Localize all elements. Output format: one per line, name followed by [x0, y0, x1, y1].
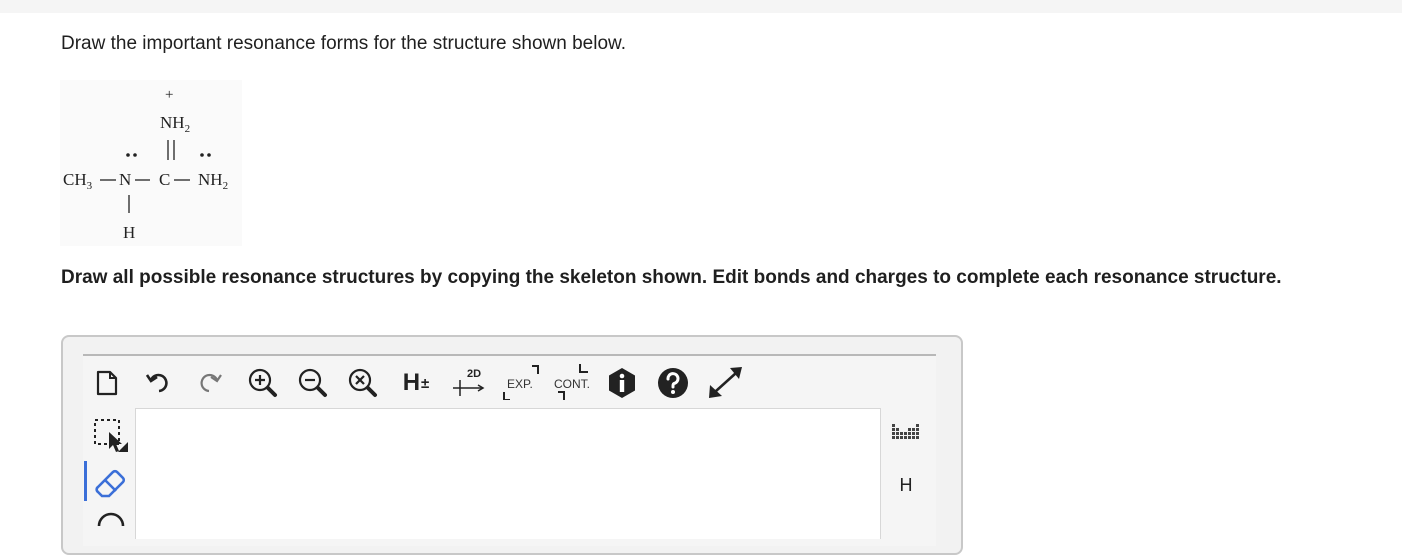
right-nh2-label: NH2 — [198, 170, 228, 192]
expand-button[interactable]: EXP. — [500, 364, 542, 400]
hydrogen-label: H — [123, 223, 135, 242]
fullscreen-button[interactable] — [706, 364, 746, 400]
zoom-out-icon — [298, 368, 327, 397]
zoom-in-button[interactable] — [246, 366, 280, 400]
contract-button[interactable]: CONT. — [550, 364, 594, 400]
n-lone-pair-dot — [126, 153, 130, 157]
redo-icon — [200, 373, 222, 393]
instructions-text: Draw all possible resonance structures b… — [61, 267, 1282, 288]
undo-icon — [146, 373, 168, 393]
methyl-label: CH3 — [63, 170, 93, 192]
document-icon — [96, 370, 118, 396]
hydrogen-button-label: H — [402, 369, 421, 396]
fullscreen-icon — [709, 367, 742, 398]
nh2-lone-pair-dot — [200, 153, 204, 157]
periodic-table-icon — [892, 424, 919, 439]
help-button[interactable] — [656, 366, 690, 400]
periodic-table-button[interactable] — [884, 420, 928, 446]
ring-tool[interactable] — [92, 512, 130, 526]
active-tool-indicator — [84, 461, 87, 501]
help-icon — [658, 368, 688, 398]
hydrogen-atom-button[interactable]: H — [890, 470, 922, 500]
zoom-in-icon — [248, 368, 277, 397]
hydrogen-sign-label: ± — [421, 374, 430, 392]
zoom-out-button[interactable] — [296, 366, 330, 400]
molecule-structure: + NH2 CH3 N C NH2 H — [63, 87, 228, 242]
clean-2d-button[interactable]: 2D — [450, 364, 488, 400]
nitrogen-label: N — [119, 170, 131, 189]
top-nh2-label: NH2 — [160, 113, 190, 135]
info-icon — [609, 368, 635, 398]
zoom-reset-button[interactable] — [346, 366, 380, 400]
selection-arrow-icon — [94, 419, 128, 452]
hydrogen-atom-label: H — [899, 474, 913, 495]
top-bar — [0, 0, 1402, 13]
positive-charge: + — [165, 87, 173, 103]
info-button[interactable] — [606, 366, 638, 400]
eraser-tool[interactable] — [92, 462, 130, 500]
redo-button[interactable] — [194, 368, 224, 398]
lasso-select-tool[interactable] — [92, 416, 130, 454]
ring-icon — [97, 512, 125, 526]
hydrogen-toggle-button[interactable]: H ± — [396, 368, 436, 398]
contract-label: CONT. — [554, 377, 590, 391]
undo-button[interactable] — [144, 368, 174, 398]
molecule-figure: + NH2 CH3 N C NH2 H — [60, 80, 242, 246]
new-document-button[interactable] — [92, 368, 122, 398]
nh2-lone-pair-dot — [207, 153, 211, 157]
clean-2d-icon — [453, 380, 485, 396]
drawing-canvas[interactable] — [135, 408, 881, 539]
eraser-icon — [95, 469, 126, 498]
clean-2d-label: 2D — [466, 368, 482, 380]
zoom-reset-icon — [348, 368, 377, 397]
n-lone-pair-dot — [133, 153, 137, 157]
question-prompt: Draw the important resonance forms for t… — [61, 33, 626, 54]
carbon-label: C — [159, 170, 170, 189]
expand-label: EXP. — [507, 377, 533, 391]
